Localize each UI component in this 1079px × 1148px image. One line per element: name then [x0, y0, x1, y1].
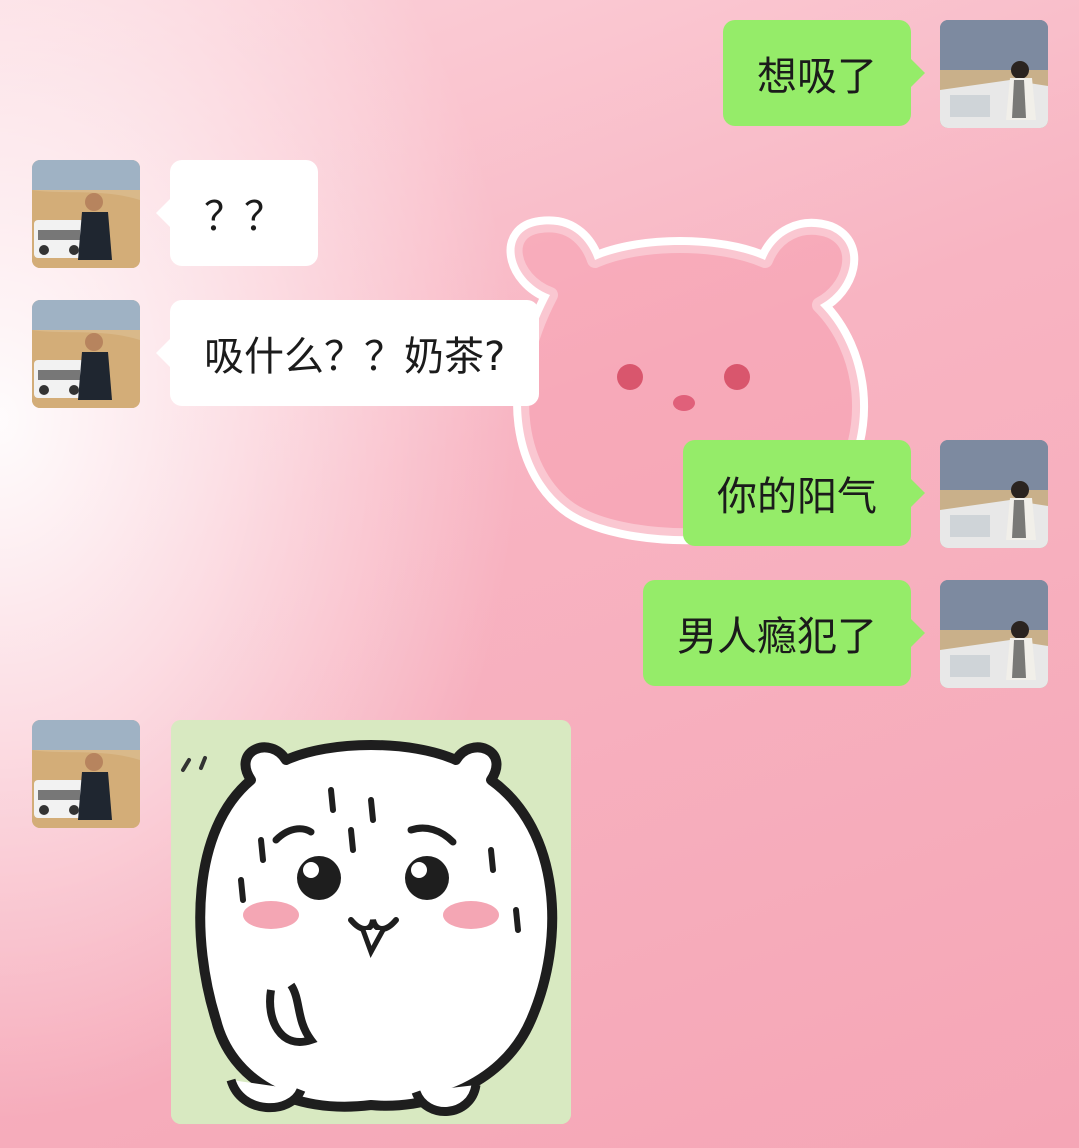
girl-by-car-avatar-icon [940, 20, 1048, 128]
girl-by-car-avatar-icon [940, 440, 1048, 548]
self-avatar[interactable] [940, 20, 1048, 128]
sticker-message[interactable] [171, 720, 571, 1124]
message-text: 男人瘾犯了 [677, 614, 877, 660]
sweating-hamster-sticker-icon [171, 720, 571, 1124]
received-message-bubble[interactable]: 吸什么？？奶茶? [155, 300, 540, 406]
other-avatar[interactable] [32, 720, 140, 828]
message-text: 想吸了 [757, 54, 877, 100]
sent-message-bubble[interactable]: 男人瘾犯了 [643, 580, 925, 686]
man-by-jeep-avatar-icon [32, 300, 140, 408]
received-message-bubble[interactable]: ？？ [156, 160, 318, 266]
message-text: 你的阳气 [717, 474, 877, 520]
message-text: 吸什么？？奶茶? [204, 334, 506, 380]
sent-message-bubble[interactable]: 你的阳气 [683, 440, 925, 546]
message-text: ？？ [204, 194, 284, 240]
man-by-jeep-avatar-icon [32, 720, 140, 828]
other-avatar[interactable] [32, 300, 140, 408]
sent-message-bubble[interactable]: 想吸了 [723, 20, 925, 126]
self-avatar[interactable] [940, 580, 1048, 688]
other-avatar[interactable] [32, 160, 140, 268]
girl-by-car-avatar-icon [940, 580, 1048, 688]
man-by-jeep-avatar-icon [32, 160, 140, 268]
self-avatar[interactable] [940, 440, 1048, 548]
